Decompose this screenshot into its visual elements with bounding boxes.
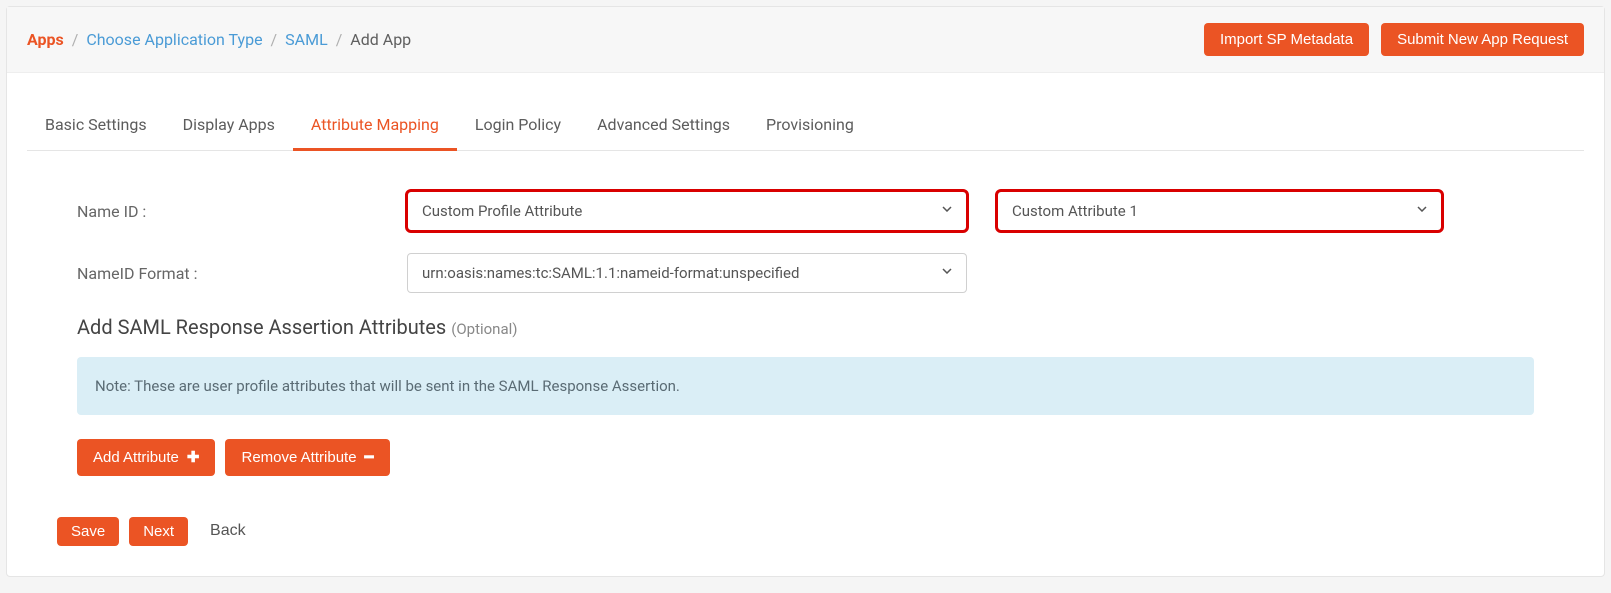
- optional-label: (Optional): [451, 320, 517, 338]
- breadcrumb-sep: /: [336, 30, 343, 49]
- content-area: Basic Settings Display Apps Attribute Ma…: [7, 73, 1604, 576]
- assertion-attributes-title-text: Add SAML Response Assertion Attributes: [77, 315, 446, 339]
- footer-actions: Save Next Back: [27, 516, 1584, 546]
- chevron-down-icon: [942, 206, 952, 216]
- remove-attribute-button[interactable]: Remove Attribute ━: [225, 439, 389, 476]
- header-row: Apps / Choose Application Type / SAML / …: [7, 7, 1604, 73]
- name-id-select[interactable]: Custom Profile Attribute: [407, 191, 967, 231]
- chevron-down-icon: [942, 268, 952, 278]
- tabs: Basic Settings Display Apps Attribute Ma…: [27, 103, 1584, 151]
- breadcrumb-sep: /: [271, 30, 278, 49]
- add-attribute-button[interactable]: Add Attribute ✚: [77, 439, 215, 476]
- custom-attribute-select-wrap: Custom Attribute 1: [997, 191, 1442, 231]
- chevron-down-icon: [1417, 206, 1427, 216]
- tab-display-apps[interactable]: Display Apps: [165, 103, 293, 150]
- note-box: Note: These are user profile attributes …: [77, 357, 1534, 415]
- breadcrumb-saml[interactable]: SAML: [285, 30, 328, 49]
- breadcrumb-choose-type[interactable]: Choose Application Type: [86, 30, 262, 49]
- nameid-format-row: NameID Format : urn:oasis:names:tc:SAML:…: [77, 253, 1534, 293]
- tab-login-policy[interactable]: Login Policy: [457, 103, 579, 150]
- breadcrumb-current: Add App: [350, 30, 411, 49]
- breadcrumb-sep: /: [72, 30, 79, 49]
- breadcrumb-apps[interactable]: Apps: [27, 30, 64, 49]
- back-button[interactable]: Back: [198, 516, 258, 546]
- plus-icon: ✚: [187, 450, 200, 465]
- name-id-row: Name ID : Custom Profile Attribute Custo…: [77, 191, 1534, 231]
- import-sp-metadata-button[interactable]: Import SP Metadata: [1204, 23, 1369, 56]
- nameid-format-label: NameID Format :: [77, 264, 377, 283]
- tab-advanced-settings[interactable]: Advanced Settings: [579, 103, 748, 150]
- custom-attribute-select[interactable]: Custom Attribute 1: [997, 191, 1442, 231]
- name-id-label: Name ID :: [77, 202, 377, 221]
- nameid-format-select-value: urn:oasis:names:tc:SAML:1.1:nameid-forma…: [422, 264, 799, 282]
- nameid-format-select[interactable]: urn:oasis:names:tc:SAML:1.1:nameid-forma…: [407, 253, 967, 293]
- assertion-attributes-title: Add SAML Response Assertion Attributes (…: [77, 315, 1534, 339]
- app-config-card: Apps / Choose Application Type / SAML / …: [6, 6, 1605, 577]
- custom-attribute-select-value: Custom Attribute 1: [1012, 202, 1138, 220]
- attribute-action-buttons: Add Attribute ✚ Remove Attribute ━: [77, 439, 1534, 476]
- tab-provisioning[interactable]: Provisioning: [748, 103, 872, 150]
- nameid-format-select-wrap: urn:oasis:names:tc:SAML:1.1:nameid-forma…: [407, 253, 967, 293]
- minus-icon: ━: [365, 450, 374, 465]
- add-attribute-label: Add Attribute: [93, 449, 179, 466]
- next-button[interactable]: Next: [129, 517, 188, 546]
- tab-basic-settings[interactable]: Basic Settings: [27, 103, 165, 150]
- tab-attribute-mapping[interactable]: Attribute Mapping: [293, 103, 457, 151]
- breadcrumb: Apps / Choose Application Type / SAML / …: [27, 30, 411, 49]
- form-area: Name ID : Custom Profile Attribute Custo…: [27, 191, 1584, 476]
- remove-attribute-label: Remove Attribute: [241, 449, 356, 466]
- submit-new-app-request-button[interactable]: Submit New App Request: [1381, 23, 1584, 56]
- save-button[interactable]: Save: [57, 517, 119, 546]
- header-actions: Import SP Metadata Submit New App Reques…: [1204, 23, 1584, 56]
- name-id-select-wrap: Custom Profile Attribute: [407, 191, 967, 231]
- name-id-select-value: Custom Profile Attribute: [422, 202, 582, 220]
